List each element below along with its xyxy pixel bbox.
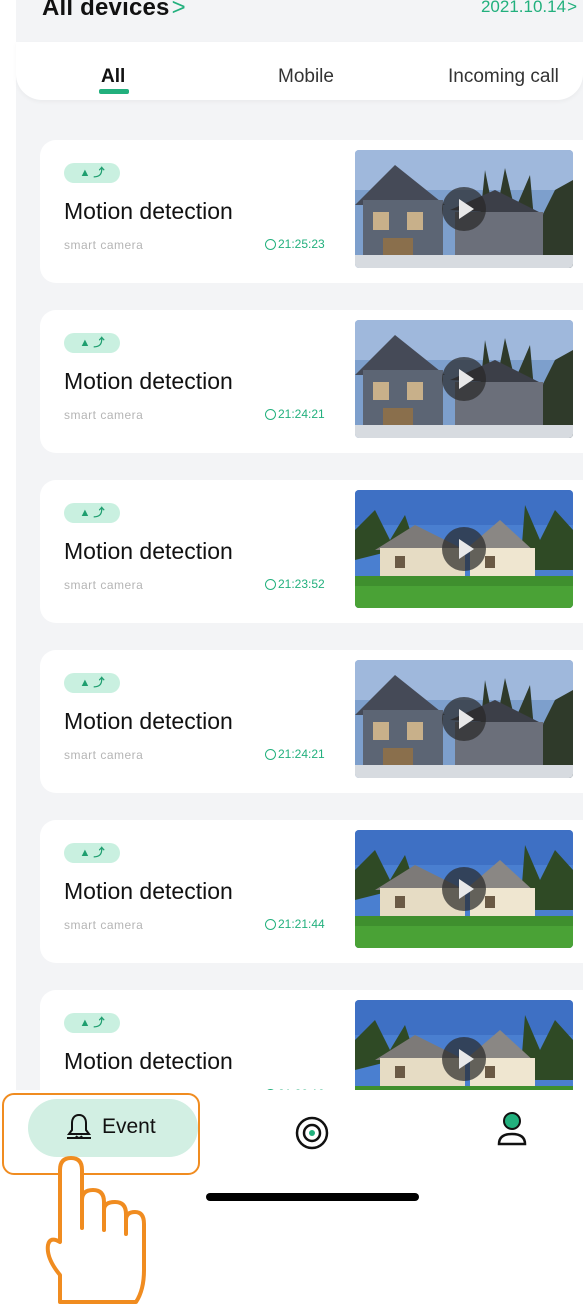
event-time: 21:25:23 <box>265 237 325 251</box>
event-card[interactable]: ▲ ⤴Motion detectionsmart camera21:20:10 <box>40 990 583 1090</box>
event-title: Motion detection <box>64 368 233 394</box>
event-source: smart camera <box>64 408 144 422</box>
event-title: Motion detection <box>64 538 233 564</box>
record-icon[interactable] <box>292 1113 332 1153</box>
device-filter-label: All devices <box>42 0 170 21</box>
event-time: 21:21:44 <box>265 917 325 931</box>
event-type-badge: ▲ ⤴ <box>64 333 120 353</box>
clock-icon <box>265 409 276 420</box>
event-type-badge: ▲ ⤴ <box>64 1013 120 1033</box>
chevron-right-icon: > <box>171 0 186 21</box>
clock-icon <box>265 579 276 590</box>
event-card[interactable]: ▲ ⤴ Motion detection smart camera 21:24:21 <box>40 310 583 453</box>
tab-label: Mobile <box>278 66 334 87</box>
clock-icon <box>265 749 276 760</box>
event-type-badge: ▲ ⤴ <box>64 163 120 183</box>
event-title: Motion detection <box>64 878 233 904</box>
event-card[interactable]: ▲ ⤴ Motion detection smart camera 21:24:21 <box>40 650 583 793</box>
event-title: Motion detection <box>64 1048 233 1074</box>
video-thumbnail[interactable] <box>355 490 573 608</box>
date-label: 2021.10.14 <box>480 0 567 16</box>
play-icon[interactable] <box>442 697 486 741</box>
nav-event-button[interactable]: Event <box>28 1099 198 1157</box>
event-type-badge: ▲ ⤴ <box>64 843 120 863</box>
tab-all[interactable]: All <box>99 66 129 94</box>
chevron-right-icon: > <box>567 0 577 16</box>
tap-hand-icon <box>45 1156 146 1304</box>
event-time: 21:23:52 <box>265 577 325 591</box>
tab-incoming-call[interactable]: Incoming call <box>448 66 559 88</box>
event-title: Motion detection <box>64 708 233 734</box>
header: All devices> 2021.10.14> <box>0 0 583 28</box>
tab-label: All <box>101 66 126 87</box>
event-type-badge: ▲ ⤴ <box>64 673 120 693</box>
video-thumbnail[interactable] <box>355 830 573 948</box>
event-card[interactable]: ▲ ⤴ Motion detection smart camera 21:23:52 <box>40 480 583 623</box>
video-thumbnail[interactable] <box>355 660 573 778</box>
play-icon[interactable] <box>442 527 486 571</box>
event-list[interactable]: ▲ ⤴ Motion detection smart camera 21:25:23 ▲… <box>40 140 583 1090</box>
event-source: smart camera <box>64 748 144 762</box>
play-icon[interactable] <box>442 867 486 911</box>
event-time-label: 21:23:52 <box>278 577 325 591</box>
video-thumbnail[interactable] <box>355 320 573 438</box>
tab-mobile[interactable]: Mobile <box>278 66 334 88</box>
play-icon[interactable] <box>442 187 486 231</box>
event-type-badge: ▲ ⤴ <box>64 503 120 523</box>
event-time-label: 21:24:21 <box>278 747 325 761</box>
event-time-label: 21:24:21 <box>278 407 325 421</box>
event-time-label: 21:25:23 <box>278 237 325 251</box>
profile-icon[interactable] <box>495 1110 529 1150</box>
event-title: Motion detection <box>64 198 233 224</box>
video-thumbnail[interactable] <box>355 1000 573 1090</box>
play-icon[interactable] <box>442 357 486 401</box>
event-time-label: 21:21:44 <box>278 917 325 931</box>
nav-event-label: Event <box>102 1115 156 1138</box>
event-source: smart camera <box>64 238 144 252</box>
video-thumbnail[interactable] <box>355 150 573 268</box>
event-time: 21:24:21 <box>265 407 325 421</box>
all-devices-selector[interactable]: All devices> <box>42 0 186 22</box>
bell-icon <box>67 1113 91 1139</box>
home-indicator <box>206 1193 419 1201</box>
tab-label: Incoming call <box>448 66 559 87</box>
event-card[interactable]: ▲ ⤴ Motion detection smart camera 21:25:23 <box>40 140 583 283</box>
clock-icon <box>265 919 276 930</box>
event-time: 21:24:21 <box>265 747 325 761</box>
tab-selected-indicator <box>99 89 129 94</box>
event-source: smart camera <box>64 918 144 932</box>
clock-icon <box>265 239 276 250</box>
event-source: smart camera <box>64 578 144 592</box>
event-card[interactable]: ▲ ⤴ Motion detection smart camera 21:21:44 <box>40 820 583 963</box>
play-icon[interactable] <box>442 1037 486 1081</box>
event-type-tabs: All Mobile Incoming call <box>16 42 583 100</box>
date-selector[interactable]: 2021.10.14> <box>481 0 577 17</box>
